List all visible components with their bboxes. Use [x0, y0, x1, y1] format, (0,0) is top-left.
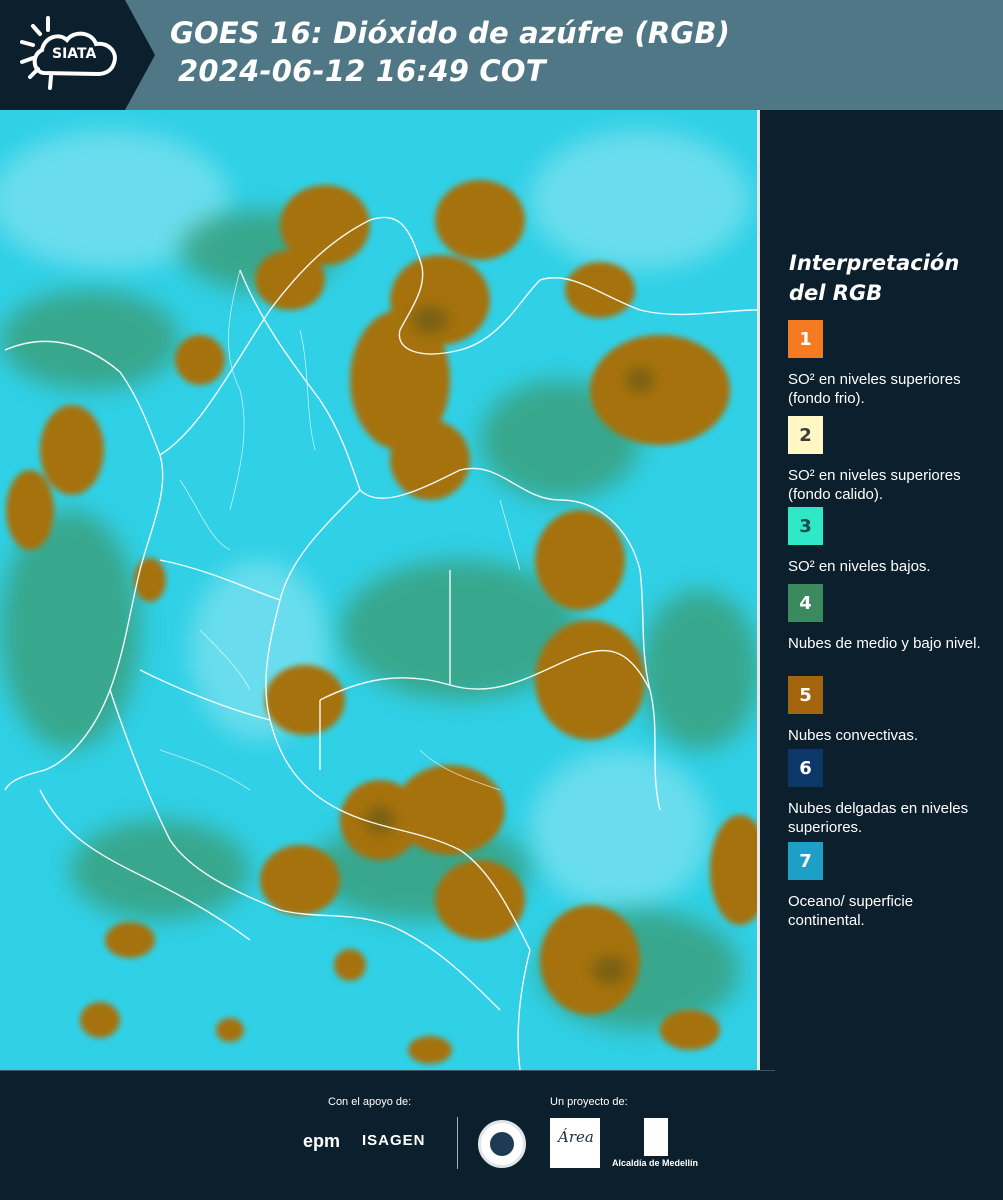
footer: Con el apoyo de: Un proyecto de: epm ISA… — [0, 1070, 1003, 1200]
area-logo-text: Área — [558, 1128, 594, 1146]
legend-item-5: 5 Nubes convectivas. — [788, 676, 998, 745]
legend-panel: Interpretación del RGB 1 SO² en niveles … — [760, 110, 1003, 1070]
alcaldia-label: Alcaldía de Medellín — [612, 1158, 699, 1168]
header: SIATA GOES 16: Dióxido de azúfre (RGB) 2… — [0, 0, 1003, 110]
legend-text-5: Nubes convectivas. — [788, 727, 919, 744]
legend-swatch-1: 1 — [788, 320, 823, 358]
legend-item-4: 4 Nubes de medio y bajo nivel. — [788, 584, 998, 653]
legend-text-1: SO² en niveles superiores (fondo frio). — [788, 371, 961, 407]
legend-item-3: 3 SO² en niveles bajos. — [788, 507, 998, 576]
legend-item-7: 7 Oceano/ superficie continental. — [788, 842, 998, 930]
legend-swatch-6: 6 — [788, 749, 823, 787]
legend-text-6: Nubes delgadas en niveles superiores. — [788, 800, 969, 836]
legend-title: Interpretación del RGB — [789, 251, 960, 305]
isagen-logo: ISAGEN — [362, 1132, 426, 1149]
footer-divider — [0, 1070, 775, 1071]
area-metropolitana-logo: Área — [550, 1118, 600, 1168]
legend-swatch-4: 4 — [788, 584, 823, 622]
legend-text-4: Nubes de medio y bajo nivel. — [788, 635, 981, 652]
legend-swatch-3: 3 — [788, 507, 823, 545]
seal-center — [490, 1132, 514, 1156]
medellin-seal-icon — [478, 1120, 526, 1168]
footer-separator — [457, 1117, 458, 1169]
timestamp-title: 2024-06-12 16:49 COT — [178, 54, 546, 88]
legend-item-6: 6 Nubes delgadas en niveles superiores. — [788, 749, 998, 837]
legend-swatch-7: 7 — [788, 842, 823, 880]
page-title: GOES 16: Dióxido de azúfre (RGB) — [170, 16, 731, 50]
legend-item-2: 2 SO² en niveles superiores (fondo calid… — [788, 416, 998, 504]
legend-swatch-5: 5 — [788, 676, 823, 714]
support-label: Con el apoyo de: — [328, 1096, 412, 1108]
logo-text: SIATA — [52, 46, 97, 62]
legend-text-2: SO² en niveles superiores (fondo calido)… — [788, 467, 961, 503]
legend-text-3: SO² en niveles bajos. — [788, 558, 931, 575]
legend-item-1: 1 SO² en niveles superiores (fondo frio)… — [788, 320, 998, 408]
project-label: Un proyecto de: — [550, 1096, 628, 1108]
legend-swatch-2: 2 — [788, 416, 823, 454]
satellite-map[interactable] — [0, 110, 760, 1070]
legend-text-7: Oceano/ superficie continental. — [788, 893, 914, 929]
siata-logo: SIATA — [0, 0, 155, 110]
epm-logo: epm — [303, 1131, 341, 1151]
alcaldia-shield-icon — [644, 1118, 668, 1156]
